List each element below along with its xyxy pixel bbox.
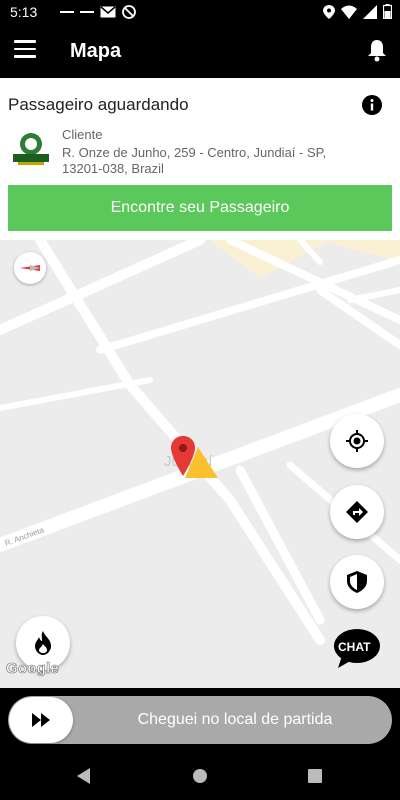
passenger-role: Cliente: [62, 127, 103, 142]
compass-button[interactable]: [14, 252, 46, 284]
shield-icon: [347, 571, 367, 593]
slider-label: Cheguei no local de partida: [137, 711, 333, 728]
gps-icon: [346, 430, 368, 452]
map-view[interactable]: R. Anchieta Jundiaí: [0, 240, 400, 688]
recents-icon[interactable]: [308, 769, 322, 783]
compass-icon: [20, 265, 40, 271]
app-bar: Mapa: [0, 24, 400, 78]
status-right-icons: [323, 4, 392, 19]
arrival-slider[interactable]: Cheguei no local de partida: [8, 696, 392, 744]
status-bar: 5:13: [0, 0, 400, 24]
slider-handle[interactable]: [9, 697, 73, 743]
back-icon[interactable]: [76, 768, 92, 784]
system-nav-bar: [0, 752, 400, 800]
my-location-button[interactable]: [330, 414, 384, 468]
signal-icon: [363, 4, 377, 19]
status-time: 5:13: [10, 4, 38, 20]
notification-badge: 1: [361, 54, 370, 71]
directions-icon: [346, 501, 368, 523]
home-icon[interactable]: [192, 768, 208, 784]
do-not-disturb-icon: [122, 5, 136, 19]
chat-label: CHAT: [338, 640, 371, 654]
trip-heading: Passageiro aguardando: [8, 95, 189, 114]
gmail-icon: [100, 6, 116, 18]
page-title: Mapa: [70, 40, 122, 62]
battery-icon: [383, 4, 392, 19]
menu-icon[interactable]: [14, 40, 36, 60]
minus-icon: [80, 11, 94, 13]
google-attribution: Google: [6, 660, 59, 678]
fire-icon: [35, 631, 51, 655]
status-left-icons: [60, 5, 136, 19]
chat-button[interactable]: CHAT: [334, 628, 380, 668]
find-passenger-button[interactable]: Encontre seu Passageiro: [8, 185, 392, 231]
security-button[interactable]: [330, 555, 384, 609]
map-canvas: R. Anchieta Jundiaí: [0, 240, 400, 688]
info-icon[interactable]: [362, 95, 382, 115]
wifi-icon: [341, 5, 357, 19]
fast-forward-icon: [32, 713, 50, 727]
company-logo: [13, 133, 49, 165]
minus-icon: [60, 11, 74, 13]
location-icon: [323, 4, 335, 19]
passenger-address: R. Onze de Junho, 259 - Centro, Jundiaí …: [62, 145, 327, 176]
directions-button[interactable]: [330, 485, 384, 539]
